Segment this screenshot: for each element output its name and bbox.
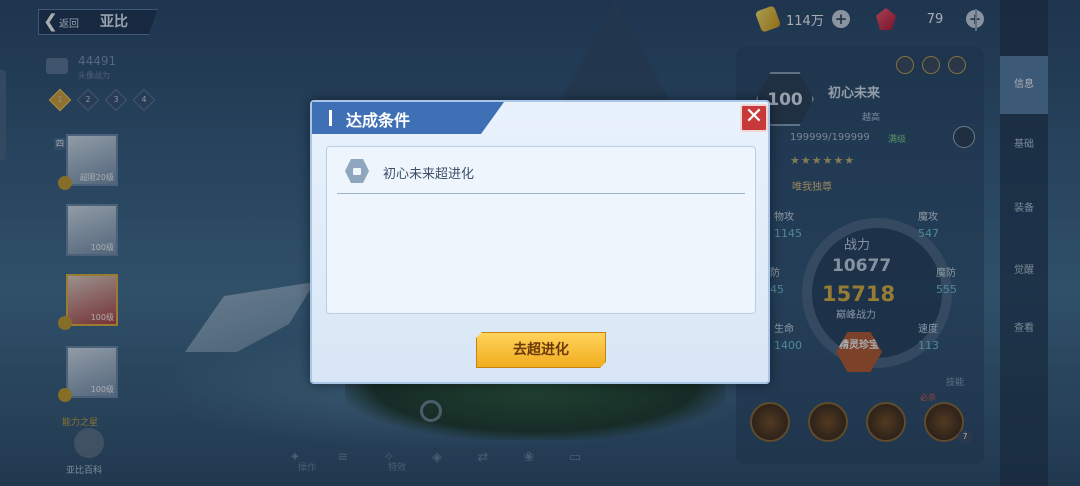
condition-list: 初心未来超进化 [326, 146, 756, 314]
row-divider [337, 193, 745, 194]
condition-text: 初心未来超进化 [383, 167, 475, 182]
condition-dialog: 达成条件 ✕ 初心未来超进化 去超进化 [310, 100, 770, 384]
list-item: 初心未来超进化 [327, 147, 755, 195]
go-super-evolve-button[interactable]: 去超进化 [476, 332, 606, 368]
close-icon[interactable]: ✕ [740, 104, 768, 132]
dialog-title: 达成条件 [346, 111, 411, 130]
title-accent [329, 110, 332, 126]
lock-icon [345, 159, 369, 183]
